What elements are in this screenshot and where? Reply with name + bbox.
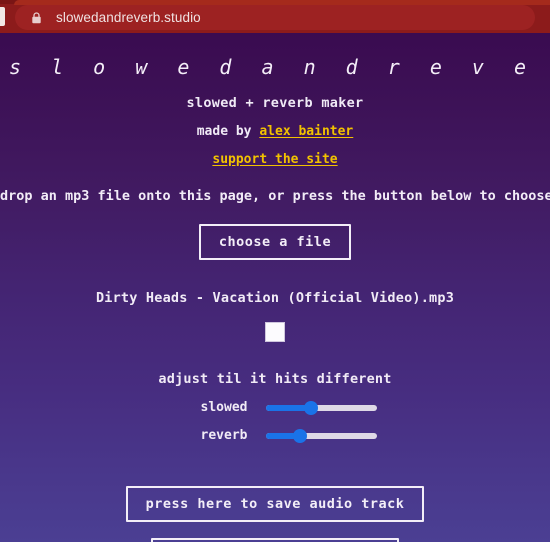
author-link[interactable]: alex bainter [259, 124, 353, 139]
made-by-line: made by alex bainter [0, 124, 550, 139]
save-video-row: press here to save video [0, 538, 550, 542]
page-body: s l o w e d a n d r e v e r b . s t u d … [0, 33, 550, 542]
playback-controls [0, 322, 550, 342]
made-by-prefix: made by [196, 124, 260, 139]
loaded-file-name: Dirty Heads - Vacation (Official Video).… [95, 290, 455, 306]
save-audio-button[interactable]: press here to save audio track [125, 486, 425, 522]
url-text: slowedandreverb.studio [56, 10, 201, 25]
save-audio-row: press here to save audio track [0, 486, 550, 522]
drop-instruction: drop an mp3 file onto this page, or pres… [0, 188, 550, 204]
page-title: s l o w e d a n d r e v e r b . s t u d … [9, 55, 550, 79]
reverb-slider-thumb[interactable] [292, 428, 307, 443]
slowed-slider[interactable] [265, 400, 377, 415]
tab-edge-sliver[interactable] [0, 7, 5, 26]
slider-row-slowed: slowed [0, 400, 550, 415]
choose-file-button[interactable]: choose a file [198, 224, 352, 260]
slider-label-reverb: reverb [200, 428, 248, 443]
stop-square-icon[interactable] [265, 322, 285, 342]
slowed-slider-thumb[interactable] [304, 400, 318, 415]
browser-window: slowedandreverb.studio s l o w e d a n d… [0, 0, 550, 542]
slider-label-slowed: slowed [200, 400, 248, 415]
reverb-slider[interactable] [265, 428, 377, 443]
save-video-button[interactable]: press here to save video [151, 538, 399, 542]
browser-chrome: slowedandreverb.studio [0, 0, 550, 33]
slider-row-reverb: reverb [0, 428, 550, 443]
address-bar[interactable]: slowedandreverb.studio [15, 5, 535, 30]
adjust-label: adjust til it hits different [158, 371, 392, 387]
lock-icon [31, 11, 42, 24]
tagline: slowed + reverb maker [186, 95, 364, 111]
support-link[interactable]: support the site [212, 152, 337, 167]
support-line: support the site [0, 152, 550, 167]
choose-file-row: choose a file [0, 224, 550, 260]
